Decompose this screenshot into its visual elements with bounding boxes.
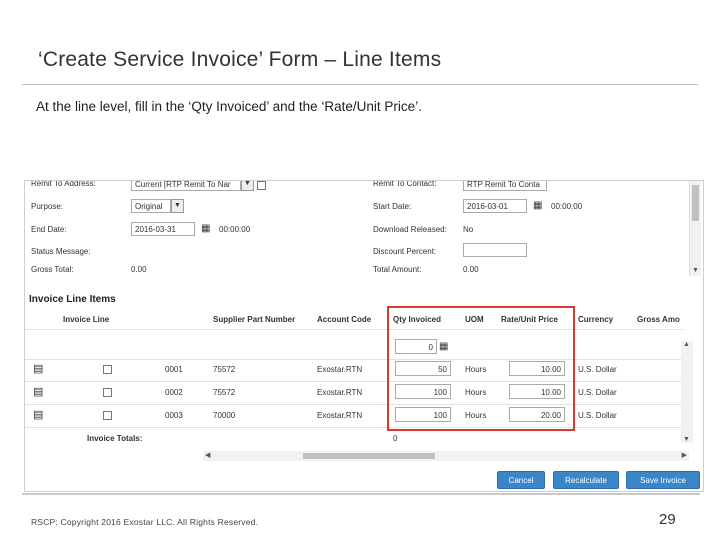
purpose-select[interactable]: Original — [131, 199, 171, 213]
row-account-code: Exostar.RTN — [317, 411, 363, 420]
scroll-right-icon[interactable]: ▶ — [682, 451, 687, 459]
start-date-input[interactable]: 2016-03-01 — [463, 199, 527, 213]
discount-percent-label: Discount Percent: — [373, 247, 437, 256]
grid-horizontal-scrollbar[interactable]: ◀ ▶ — [203, 451, 689, 461]
grid-horizontal-scrollbar-thumb[interactable] — [303, 453, 435, 459]
row-currency: U.S. Dollar — [578, 388, 617, 397]
discount-percent-input[interactable] — [463, 243, 527, 257]
col-header-invoice-line[interactable]: Invoice Line — [63, 315, 109, 324]
line-items-section-title: Invoice Line Items — [29, 294, 116, 305]
grid-vertical-scrollbar[interactable]: ▲ ▼ — [681, 341, 693, 443]
download-released-value: No — [463, 225, 474, 234]
status-message-label: Status Message: — [31, 247, 91, 256]
recalculate-button[interactable]: Recalculate — [553, 471, 619, 489]
scroll-left-icon[interactable]: ◀ — [205, 451, 210, 459]
row-detail-icon[interactable]: ▤ — [33, 363, 45, 375]
header-divider — [25, 329, 683, 330]
remit-to-address-dropdown-icon[interactable]: ▼ — [241, 181, 254, 191]
row-currency: U.S. Dollar — [578, 411, 617, 420]
row-select-checkbox[interactable] — [103, 388, 112, 397]
invoice-form-screenshot: Remit To Address: Current [RTP Remit To … — [24, 180, 704, 492]
title-divider — [22, 84, 698, 85]
remit-to-address-checkbox[interactable] — [257, 181, 266, 190]
scroll-down-icon[interactable]: ▼ — [692, 267, 699, 274]
page-number: 29 — [659, 511, 676, 528]
end-date-time[interactable]: 00:00:00 — [219, 225, 250, 234]
row-select-checkbox[interactable] — [103, 365, 112, 374]
col-header-supplier-part-number[interactable]: Supplier Part Number — [213, 315, 295, 324]
end-date-input[interactable]: 2016-03-31 — [131, 222, 195, 236]
qty-rate-highlight-box — [387, 306, 575, 431]
cancel-button[interactable]: Cancel — [497, 471, 545, 489]
slide-title: ‘Create Service Invoice’ Form – Line Ite… — [38, 48, 442, 71]
row-supplier-part: 70000 — [213, 411, 236, 420]
end-date-calendar-icon[interactable]: ▦ — [201, 223, 213, 235]
row-currency: U.S. Dollar — [578, 365, 617, 374]
row-line-number: 0003 — [165, 411, 183, 420]
row-divider — [25, 404, 683, 405]
save-invoice-button[interactable]: Save Invoice — [626, 471, 700, 489]
total-amount-label: Total Amount: — [373, 265, 422, 274]
col-header-gross-amount[interactable]: Gross Amo — [637, 315, 680, 324]
copyright-footer: RSCP: Copyright 2016 Exostar LLC. All Ri… — [31, 517, 259, 527]
row-divider — [25, 427, 683, 428]
gross-total-label: Gross Total: — [31, 265, 74, 274]
row-line-number: 0002 — [165, 388, 183, 397]
remit-to-address-label: Remit To Address: — [31, 180, 96, 188]
row-line-number: 0001 — [165, 365, 183, 374]
filter-row-divider — [25, 359, 683, 360]
screenshot-bottom-divider — [22, 493, 700, 495]
header-scrollbar[interactable]: ▼ — [689, 181, 701, 276]
col-header-currency[interactable]: Currency — [578, 315, 613, 324]
start-date-calendar-icon[interactable]: ▦ — [533, 200, 545, 212]
start-date-time[interactable]: 00:00:00 — [551, 202, 582, 211]
remit-to-contact-input[interactable]: RTP Remit To Conta — [463, 181, 547, 191]
row-supplier-part: 75572 — [213, 365, 236, 374]
slide-subtitle: At the line level, fill in the ‘Qty Invo… — [36, 99, 422, 114]
qty-total-value: 0 — [393, 434, 398, 443]
purpose-label: Purpose: — [31, 202, 64, 211]
start-date-label: Start Date: — [373, 202, 412, 211]
remit-to-contact-label: Remit To Contact: — [373, 180, 437, 188]
row-supplier-part: 75572 — [213, 388, 236, 397]
col-header-account-code[interactable]: Account Code — [317, 315, 371, 324]
row-detail-icon[interactable]: ▤ — [33, 409, 45, 421]
row-select-checkbox[interactable] — [103, 411, 112, 420]
download-released-label: Download Released: — [373, 225, 447, 234]
total-amount-value: 0.00 — [463, 265, 479, 274]
scroll-down-icon[interactable]: ▼ — [683, 436, 690, 443]
row-detail-icon[interactable]: ▤ — [33, 386, 45, 398]
row-divider — [25, 381, 683, 382]
header-scrollbar-thumb[interactable] — [692, 185, 699, 221]
invoice-totals-label: Invoice Totals: — [87, 434, 143, 443]
scroll-up-icon[interactable]: ▲ — [683, 341, 690, 348]
row-account-code: Exostar.RTN — [317, 365, 363, 374]
invoice-header-form: Remit To Address: Current [RTP Remit To … — [25, 181, 689, 276]
remit-to-address-select[interactable]: Current [RTP Remit To Nar — [131, 181, 241, 191]
gross-total-value: 0.00 — [131, 265, 147, 274]
end-date-label: End Date: — [31, 225, 67, 234]
purpose-dropdown-icon[interactable]: ▼ — [171, 199, 184, 213]
row-account-code: Exostar.RTN — [317, 388, 363, 397]
